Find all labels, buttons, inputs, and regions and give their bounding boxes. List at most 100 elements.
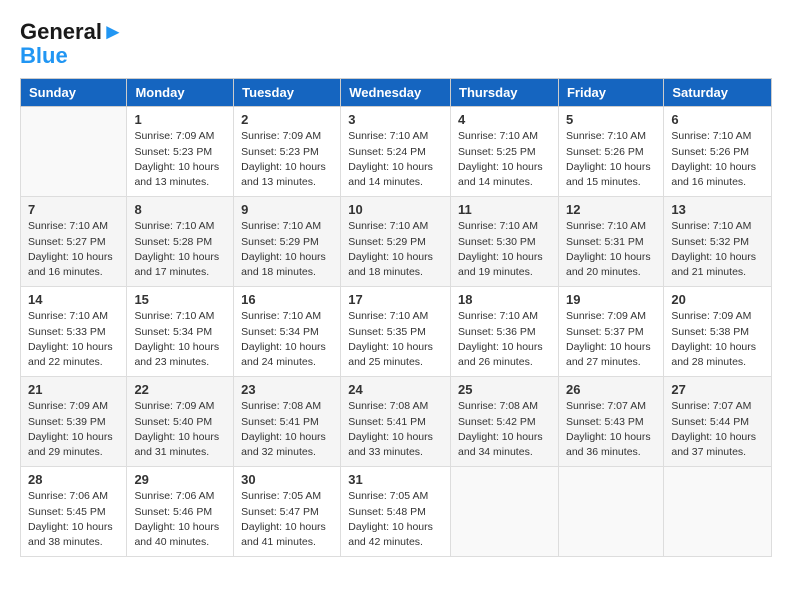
sunset-text: Sunset: 5:41 PM [241, 415, 333, 430]
sunrise-text: Sunrise: 7:10 AM [566, 219, 656, 234]
calendar-cell: 13 Sunrise: 7:10 AMSunset: 5:32 PMDayligh… [664, 197, 772, 287]
daylight-text: Daylight: 10 hours [566, 160, 656, 175]
daylight-text: Daylight: 10 hours [671, 430, 764, 445]
sunrise-text: Sunrise: 7:09 AM [134, 399, 226, 414]
daylight-text: Daylight: 10 hours [458, 160, 551, 175]
calendar-cell: 26 Sunrise: 7:07 AMSunset: 5:43 PMDayligh… [558, 377, 663, 467]
daylight-text: Daylight: 10 hours [241, 430, 333, 445]
sunset-text: Sunset: 5:29 PM [348, 235, 443, 250]
day-info: Sunrise: 7:07 AMSunset: 5:43 PMDaylight:… [566, 399, 656, 460]
day-info: Sunrise: 7:09 AMSunset: 5:39 PMDaylight:… [28, 399, 119, 460]
daylight-text: Daylight: 10 hours [134, 250, 226, 265]
sunrise-text: Sunrise: 7:08 AM [241, 399, 333, 414]
daylight-text: Daylight: 10 hours [566, 430, 656, 445]
sunset-text: Sunset: 5:27 PM [28, 235, 119, 250]
sunset-text: Sunset: 5:29 PM [241, 235, 333, 250]
daylight-text: Daylight: 10 hours [134, 340, 226, 355]
calendar-cell: 14Sunrise: 7:10 AMSunset: 5:33 PMDayligh… [21, 287, 127, 377]
daylight-text: Daylight: 10 hours [348, 160, 443, 175]
calendar-week-4: 21Sunrise: 7:09 AMSunset: 5:39 PMDayligh… [21, 377, 772, 467]
daylight-text: Daylight: 10 hours [134, 520, 226, 535]
calendar-cell: 23 Sunrise: 7:08 AMSunset: 5:41 PMDayligh… [234, 377, 341, 467]
day-number: 31 [348, 472, 443, 487]
day-info: Sunrise: 7:05 AMSunset: 5:48 PMDaylight:… [348, 489, 443, 550]
daylight-text: Daylight: 10 hours [28, 340, 119, 355]
sunset-text: Sunset: 5:35 PM [348, 325, 443, 340]
day-number: 26 [566, 382, 656, 397]
daylight-text-2: and 32 minutes. [241, 445, 333, 460]
sunrise-text: Sunrise: 7:08 AM [348, 399, 443, 414]
header-wednesday: Wednesday [341, 79, 451, 107]
daylight-text-2: and 16 minutes. [671, 175, 764, 190]
sunset-text: Sunset: 5:46 PM [134, 505, 226, 520]
daylight-text: Daylight: 10 hours [348, 340, 443, 355]
sunrise-text: Sunrise: 7:06 AM [28, 489, 119, 504]
day-number: 27 [671, 382, 764, 397]
day-info: Sunrise: 7:09 AMSunset: 5:38 PMDaylight:… [671, 309, 764, 370]
daylight-text-2: and 28 minutes. [671, 355, 764, 370]
header-tuesday: Tuesday [234, 79, 341, 107]
day-number: 19 [566, 292, 656, 307]
daylight-text: Daylight: 10 hours [241, 520, 333, 535]
day-number: 13 [671, 202, 764, 217]
daylight-text: Daylight: 10 hours [28, 520, 119, 535]
day-number: 2 [241, 112, 333, 127]
sunrise-text: Sunrise: 7:10 AM [671, 219, 764, 234]
sunrise-text: Sunrise: 7:05 AM [241, 489, 333, 504]
calendar-table: SundayMondayTuesdayWednesdayThursdayFrid… [20, 78, 772, 557]
day-number: 15 [134, 292, 226, 307]
sunrise-text: Sunrise: 7:09 AM [671, 309, 764, 324]
daylight-text-2: and 27 minutes. [566, 355, 656, 370]
daylight-text: Daylight: 10 hours [241, 250, 333, 265]
day-info: Sunrise: 7:10 AMSunset: 5:27 PMDaylight:… [28, 219, 119, 280]
sunrise-text: Sunrise: 7:09 AM [241, 129, 333, 144]
day-number: 9 [241, 202, 333, 217]
sunset-text: Sunset: 5:26 PM [566, 145, 656, 160]
day-info: Sunrise: 7:10 AMSunset: 5:35 PMDaylight:… [348, 309, 443, 370]
daylight-text: Daylight: 10 hours [28, 430, 119, 445]
day-number: 7 [28, 202, 119, 217]
daylight-text: Daylight: 10 hours [241, 340, 333, 355]
sunset-text: Sunset: 5:26 PM [671, 145, 764, 160]
header-saturday: Saturday [664, 79, 772, 107]
day-info: Sunrise: 7:10 AMSunset: 5:31 PMDaylight:… [566, 219, 656, 280]
day-info: Sunrise: 7:10 AMSunset: 5:29 PMDaylight:… [241, 219, 333, 280]
sunrise-text: Sunrise: 7:10 AM [458, 129, 551, 144]
day-info: Sunrise: 7:08 AMSunset: 5:41 PMDaylight:… [241, 399, 333, 460]
day-info: Sunrise: 7:10 AMSunset: 5:32 PMDaylight:… [671, 219, 764, 280]
day-number: 20 [671, 292, 764, 307]
calendar-week-3: 14Sunrise: 7:10 AMSunset: 5:33 PMDayligh… [21, 287, 772, 377]
daylight-text-2: and 36 minutes. [566, 445, 656, 460]
sunrise-text: Sunrise: 7:10 AM [348, 129, 443, 144]
sunrise-text: Sunrise: 7:10 AM [671, 129, 764, 144]
sunset-text: Sunset: 5:40 PM [134, 415, 226, 430]
sunrise-text: Sunrise: 7:10 AM [566, 129, 656, 144]
calendar-cell: 3Sunrise: 7:10 AMSunset: 5:24 PMDaylight… [341, 107, 451, 197]
day-info: Sunrise: 7:10 AMSunset: 5:36 PMDaylight:… [458, 309, 551, 370]
calendar-cell: 9 Sunrise: 7:10 AMSunset: 5:29 PMDaylight… [234, 197, 341, 287]
daylight-text-2: and 42 minutes. [348, 535, 443, 550]
sunset-text: Sunset: 5:32 PM [671, 235, 764, 250]
day-info: Sunrise: 7:10 AMSunset: 5:34 PMDaylight:… [241, 309, 333, 370]
daylight-text: Daylight: 10 hours [566, 340, 656, 355]
sunset-text: Sunset: 5:23 PM [134, 145, 226, 160]
logo-text: General► [20, 20, 124, 44]
calendar-cell: 5Sunrise: 7:10 AMSunset: 5:26 PMDaylight… [558, 107, 663, 197]
daylight-text: Daylight: 10 hours [458, 430, 551, 445]
calendar-week-5: 28Sunrise: 7:06 AMSunset: 5:45 PMDayligh… [21, 467, 772, 557]
daylight-text-2: and 13 minutes. [134, 175, 226, 190]
sunrise-text: Sunrise: 7:10 AM [28, 309, 119, 324]
day-number: 25 [458, 382, 551, 397]
daylight-text-2: and 40 minutes. [134, 535, 226, 550]
sunrise-text: Sunrise: 7:07 AM [566, 399, 656, 414]
day-info: Sunrise: 7:10 AMSunset: 5:26 PMDaylight:… [566, 129, 656, 190]
daylight-text-2: and 25 minutes. [348, 355, 443, 370]
day-info: Sunrise: 7:10 AMSunset: 5:28 PMDaylight:… [134, 219, 226, 280]
daylight-text: Daylight: 10 hours [241, 160, 333, 175]
calendar-cell: 18Sunrise: 7:10 AMSunset: 5:36 PMDayligh… [451, 287, 559, 377]
day-number: 23 [241, 382, 333, 397]
calendar-header-row: SundayMondayTuesdayWednesdayThursdayFrid… [21, 79, 772, 107]
daylight-text: Daylight: 10 hours [348, 250, 443, 265]
calendar-cell: 24Sunrise: 7:08 AMSunset: 5:41 PMDayligh… [341, 377, 451, 467]
header-thursday: Thursday [451, 79, 559, 107]
